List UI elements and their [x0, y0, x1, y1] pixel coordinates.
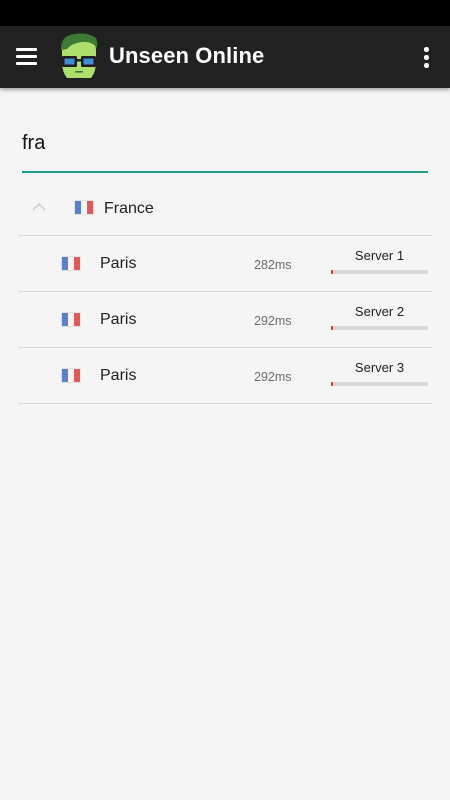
france-flag-icon: [62, 369, 80, 382]
menu-button[interactable]: [10, 39, 44, 73]
country-row-france[interactable]: France: [18, 180, 432, 236]
overflow-menu-button[interactable]: [412, 40, 440, 74]
server-load-bar: [331, 382, 428, 386]
app-title: Unseen Online: [109, 43, 265, 68]
divider: [18, 403, 432, 404]
france-flag-icon: [62, 313, 80, 326]
france-flag-icon: [62, 257, 80, 270]
server-city: Paris: [100, 311, 137, 328]
server-ping: 282ms: [254, 258, 292, 272]
server-name: Server 1: [354, 248, 405, 263]
server-load-bar: [331, 270, 428, 274]
search-input[interactable]: [22, 128, 428, 158]
server-row[interactable]: Paris 282ms Server 1: [18, 236, 432, 292]
server-load-fill: [331, 326, 333, 330]
server-ping: 292ms: [254, 370, 292, 384]
server-row[interactable]: Paris 292ms Server 2: [18, 292, 432, 348]
server-name: Server 2: [354, 304, 405, 319]
status-bar: [0, 0, 450, 26]
app-bar: Unseen Online: [0, 26, 450, 88]
server-list: Paris 282ms Server 1 Paris 292ms Server …: [18, 236, 432, 404]
server-row[interactable]: Paris 292ms Server 3: [18, 348, 432, 404]
server-city: Paris: [100, 255, 137, 272]
server-load-fill: [331, 270, 333, 274]
chevron-up-icon[interactable]: [31, 200, 47, 212]
france-flag-icon: [75, 201, 93, 214]
server-ping: 292ms: [254, 314, 292, 328]
server-name: Server 3: [354, 360, 405, 375]
server-city: Paris: [100, 367, 137, 384]
country-name: France: [104, 200, 154, 217]
search-field: [22, 118, 428, 174]
hamburger-menu-icon: [16, 48, 37, 51]
server-load-bar: [331, 326, 428, 330]
search-underline: [22, 171, 428, 173]
server-load-fill: [331, 382, 333, 386]
more-vertical-icon: [424, 47, 429, 52]
app-logo-icon: [58, 32, 100, 82]
